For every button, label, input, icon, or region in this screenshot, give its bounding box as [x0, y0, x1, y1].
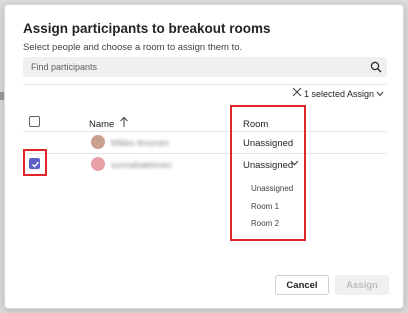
assign-participants-dialog: Assign participants to breakout rooms Se…: [4, 4, 404, 309]
highlight-checkbox: [23, 149, 47, 176]
avatar: [91, 157, 105, 171]
search-icon[interactable]: [370, 61, 382, 73]
clear-selection-icon[interactable]: [292, 87, 302, 97]
select-all-checkbox[interactable]: [29, 116, 40, 127]
row-divider: [23, 153, 387, 154]
search-placeholder: Find participants: [31, 62, 98, 72]
dialog-title: Assign participants to breakout rooms: [23, 21, 271, 36]
sort-ascending-icon[interactable]: [119, 116, 129, 128]
selected-count: 1 selected: [304, 89, 346, 99]
highlight-room-column: [230, 105, 306, 241]
dialog-subtitle: Select people and choose a room to assig…: [23, 42, 243, 53]
assign-dropdown[interactable]: Assign: [347, 89, 374, 99]
search-input[interactable]: Find participants: [23, 57, 387, 77]
column-header-name[interactable]: Name: [89, 119, 114, 130]
avatar: [91, 135, 105, 149]
header-divider: [23, 131, 387, 132]
participant-name: sunnahakkinen: [111, 160, 172, 170]
assign-button[interactable]: Assign: [335, 275, 389, 295]
chevron-down-icon[interactable]: [376, 91, 384, 97]
cancel-button[interactable]: Cancel: [275, 275, 329, 295]
toolbar-divider: [23, 84, 387, 85]
participant-name: Mikko Ilmonen: [111, 138, 170, 148]
